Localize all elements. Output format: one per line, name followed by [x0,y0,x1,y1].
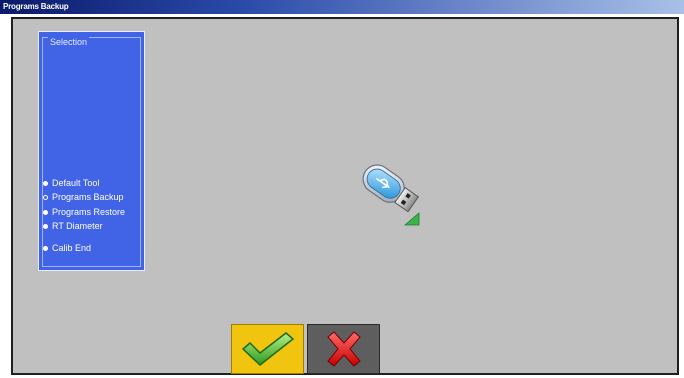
radio-button[interactable] [43,180,48,186]
radio-button[interactable] [43,223,48,229]
option-label: RT Diameter [52,221,103,231]
option-calib-end[interactable]: Calib End [43,242,91,254]
checkmark-icon [241,332,294,366]
title-bar: Programs Backup [0,0,684,14]
selection-title: Selection [48,37,90,47]
option-rt-diameter[interactable]: RT Diameter [43,220,103,232]
selection-groupbox: Selection [42,37,141,267]
radio-button[interactable] [43,209,48,215]
window-title: Programs Backup [3,2,69,11]
option-label: Default Tool [52,178,100,188]
app-window: Programs Backup Selection Default Tool P… [0,0,684,378]
option-programs-backup[interactable]: Programs Backup [43,191,124,203]
radio-button-selected[interactable] [43,194,48,200]
option-default-tool[interactable]: Default Tool [43,177,99,189]
option-label: Calib End [52,243,92,253]
option-label: Programs Backup [52,192,124,202]
cancel-button[interactable] [307,324,380,374]
selection-panel: Selection Default Tool Programs Backup P… [38,31,145,271]
confirm-button[interactable] [231,324,304,374]
cross-icon [326,331,361,367]
usb-drive-icon [362,164,420,226]
option-label: Programs Restore [52,207,126,217]
radio-button[interactable] [43,245,48,251]
option-programs-restore[interactable]: Programs Restore [43,206,125,218]
